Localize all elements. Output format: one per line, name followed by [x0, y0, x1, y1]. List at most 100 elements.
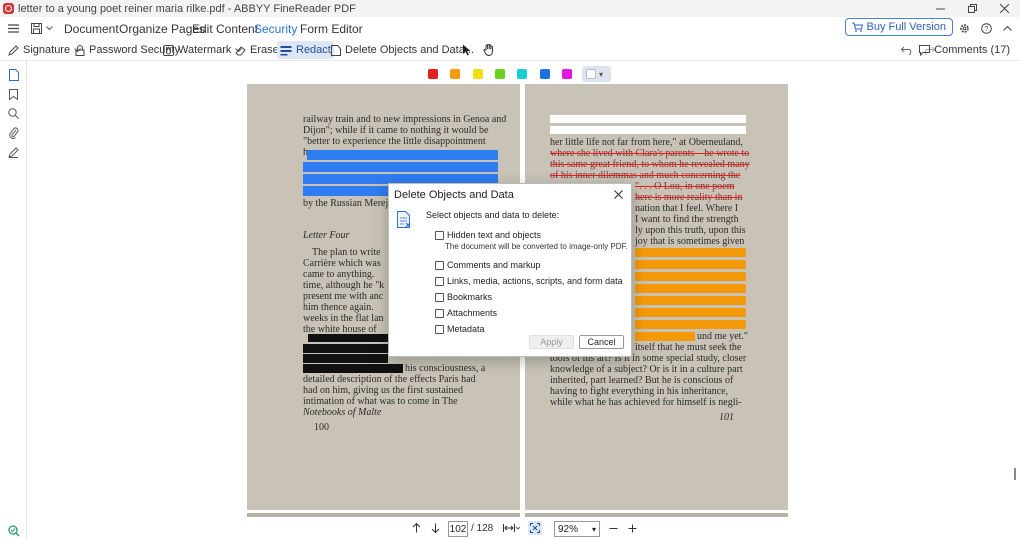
color-swatch-magenta[interactable] — [562, 69, 572, 79]
dialog-close-icon[interactable] — [610, 186, 626, 202]
redaction-block[interactable] — [303, 354, 388, 363]
delete-objects-button[interactable]: Delete Objects and Data... — [328, 41, 477, 59]
highlight-mark[interactable] — [635, 332, 695, 341]
buy-full-version-button[interactable]: Buy Full Version — [844, 18, 953, 36]
redaction-block[interactable] — [308, 334, 388, 342]
redact-label: Redact — [296, 44, 331, 56]
highlight-mark[interactable] — [635, 296, 746, 305]
fit-page-icon[interactable] — [528, 521, 542, 535]
help-icon[interactable]: ? — [979, 21, 993, 35]
highlight-mark[interactable] — [635, 248, 746, 257]
redact-icon — [280, 45, 292, 55]
text-line: her little life not far from here," at O… — [550, 137, 743, 148]
highlight-mark[interactable] — [635, 272, 746, 281]
signature-pen-icon[interactable] — [7, 146, 20, 159]
current-page-input[interactable]: 102 — [448, 521, 468, 537]
highlight-mark[interactable] — [635, 260, 746, 269]
color-picker-dropdown[interactable]: ▾ — [582, 66, 611, 82]
tab-edit-content[interactable]: Edit Content — [192, 22, 258, 36]
checkbox[interactable] — [435, 292, 444, 302]
color-swatch-orange[interactable] — [450, 69, 460, 79]
white-redaction-block[interactable] — [550, 115, 746, 123]
redaction-mark[interactable] — [303, 186, 388, 196]
checkbox[interactable] — [435, 230, 444, 240]
erase-button[interactable]: Erase — [232, 41, 282, 59]
redact-button[interactable]: Redact — [277, 41, 334, 59]
next-page-arrow-icon[interactable] — [428, 521, 442, 535]
attachment-paperclip-icon[interactable] — [7, 126, 20, 139]
next-page-edge — [247, 513, 520, 517]
feedback-icon[interactable] — [7, 524, 20, 537]
tab-document[interactable]: Document — [64, 22, 119, 36]
struck-text-line: here is more reality than in — [635, 192, 743, 203]
page-thumbnails-icon[interactable] — [7, 68, 20, 81]
apply-button[interactable]: Apply — [529, 335, 574, 349]
option-comments-markup[interactable]: Comments and markup — [435, 260, 541, 270]
zoom-out-icon[interactable] — [606, 521, 620, 535]
struck-text-line: of his inner dilemmas and much concernin… — [550, 170, 741, 181]
option-metadata[interactable]: Metadata — [435, 324, 485, 334]
highlight-mark[interactable] — [635, 320, 746, 329]
option-label: Comments and markup — [447, 260, 541, 270]
fit-width-icon[interactable] — [501, 521, 523, 535]
cart-icon — [851, 22, 863, 32]
option-hidden-text[interactable]: Hidden text and objects — [435, 230, 541, 240]
white-redaction-block[interactable] — [550, 126, 746, 134]
struck-text-line: ". . . O Lou, in one poem — [635, 181, 735, 192]
highlight-mark[interactable] — [635, 284, 746, 293]
dialog-prompt: Select objects and data to delete: — [426, 210, 560, 220]
restore-icon[interactable] — [956, 0, 988, 17]
previous-page-arrow-icon[interactable] — [409, 521, 423, 535]
vertical-scrollbar[interactable] — [1014, 468, 1016, 480]
undo-button[interactable] — [898, 41, 916, 59]
color-swatch-red[interactable] — [428, 69, 438, 79]
settings-gear-icon[interactable] — [957, 21, 971, 35]
checkbox[interactable] — [435, 324, 444, 334]
tab-form-editor[interactable]: Form Editor — [300, 22, 363, 36]
text-line: his consciousness, a — [405, 363, 486, 374]
zoom-in-icon[interactable] — [625, 521, 639, 535]
hand-tool-button[interactable] — [480, 41, 498, 59]
erase-label: Erase — [250, 44, 279, 56]
text-line: inherited, part learned? But he is consc… — [550, 375, 734, 386]
color-swatch-green[interactable] — [495, 69, 505, 79]
page-navigation-bar: 102 / 128 92% ▾ — [28, 518, 1020, 539]
save-dropdown-chevron-icon[interactable] — [44, 21, 54, 35]
struck-text-line: this same great friend, to whom he revea… — [550, 159, 750, 170]
redaction-block[interactable] — [303, 344, 388, 353]
hamburger-menu-icon[interactable] — [6, 21, 20, 35]
checkbox[interactable] — [435, 276, 444, 286]
tab-security[interactable]: Security — [254, 22, 298, 41]
checkbox[interactable] — [435, 308, 444, 318]
color-swatch-cyan[interactable] — [517, 69, 527, 79]
option-attachments[interactable]: Attachments — [435, 308, 497, 318]
hand-icon — [483, 44, 493, 56]
redaction-mark[interactable] — [303, 162, 498, 172]
color-swatch-blue[interactable] — [540, 69, 550, 79]
text-line: time, although he "k — [303, 280, 385, 291]
select-tool-button[interactable] — [459, 41, 475, 59]
redaction-block[interactable] — [303, 364, 403, 373]
save-icon[interactable] — [29, 21, 43, 35]
checkbox[interactable] — [435, 260, 444, 270]
minimize-icon[interactable] — [924, 0, 956, 17]
zoom-level-select[interactable]: 92% ▾ — [554, 521, 600, 537]
struck-text-line: where she lived with Clara's parents—he … — [550, 148, 750, 159]
text-line: "better to experience the little disappo… — [303, 136, 486, 147]
option-bookmarks[interactable]: Bookmarks — [435, 292, 492, 302]
text-line: came to anything. — [303, 269, 375, 280]
collapse-ribbon-chevron-icon[interactable] — [1000, 21, 1014, 35]
redaction-mark[interactable] — [307, 150, 498, 160]
highlight-mark[interactable] — [635, 308, 746, 317]
dialog-title: Delete Objects and Data — [394, 189, 514, 201]
cursor-arrow-icon — [463, 44, 471, 56]
close-icon[interactable] — [988, 0, 1020, 17]
option-links-media[interactable]: Links, media, actions, scripts, and form… — [435, 276, 623, 286]
color-swatch-yellow[interactable] — [473, 69, 483, 79]
comments-button[interactable]: Comments (17) — [919, 41, 1010, 59]
cancel-button[interactable]: Cancel — [579, 335, 624, 349]
text-line: by the Russian Merej — [303, 198, 389, 209]
bookmark-icon[interactable] — [7, 88, 20, 101]
option-label: Hidden text and objects — [447, 230, 542, 240]
search-icon[interactable] — [7, 107, 20, 120]
